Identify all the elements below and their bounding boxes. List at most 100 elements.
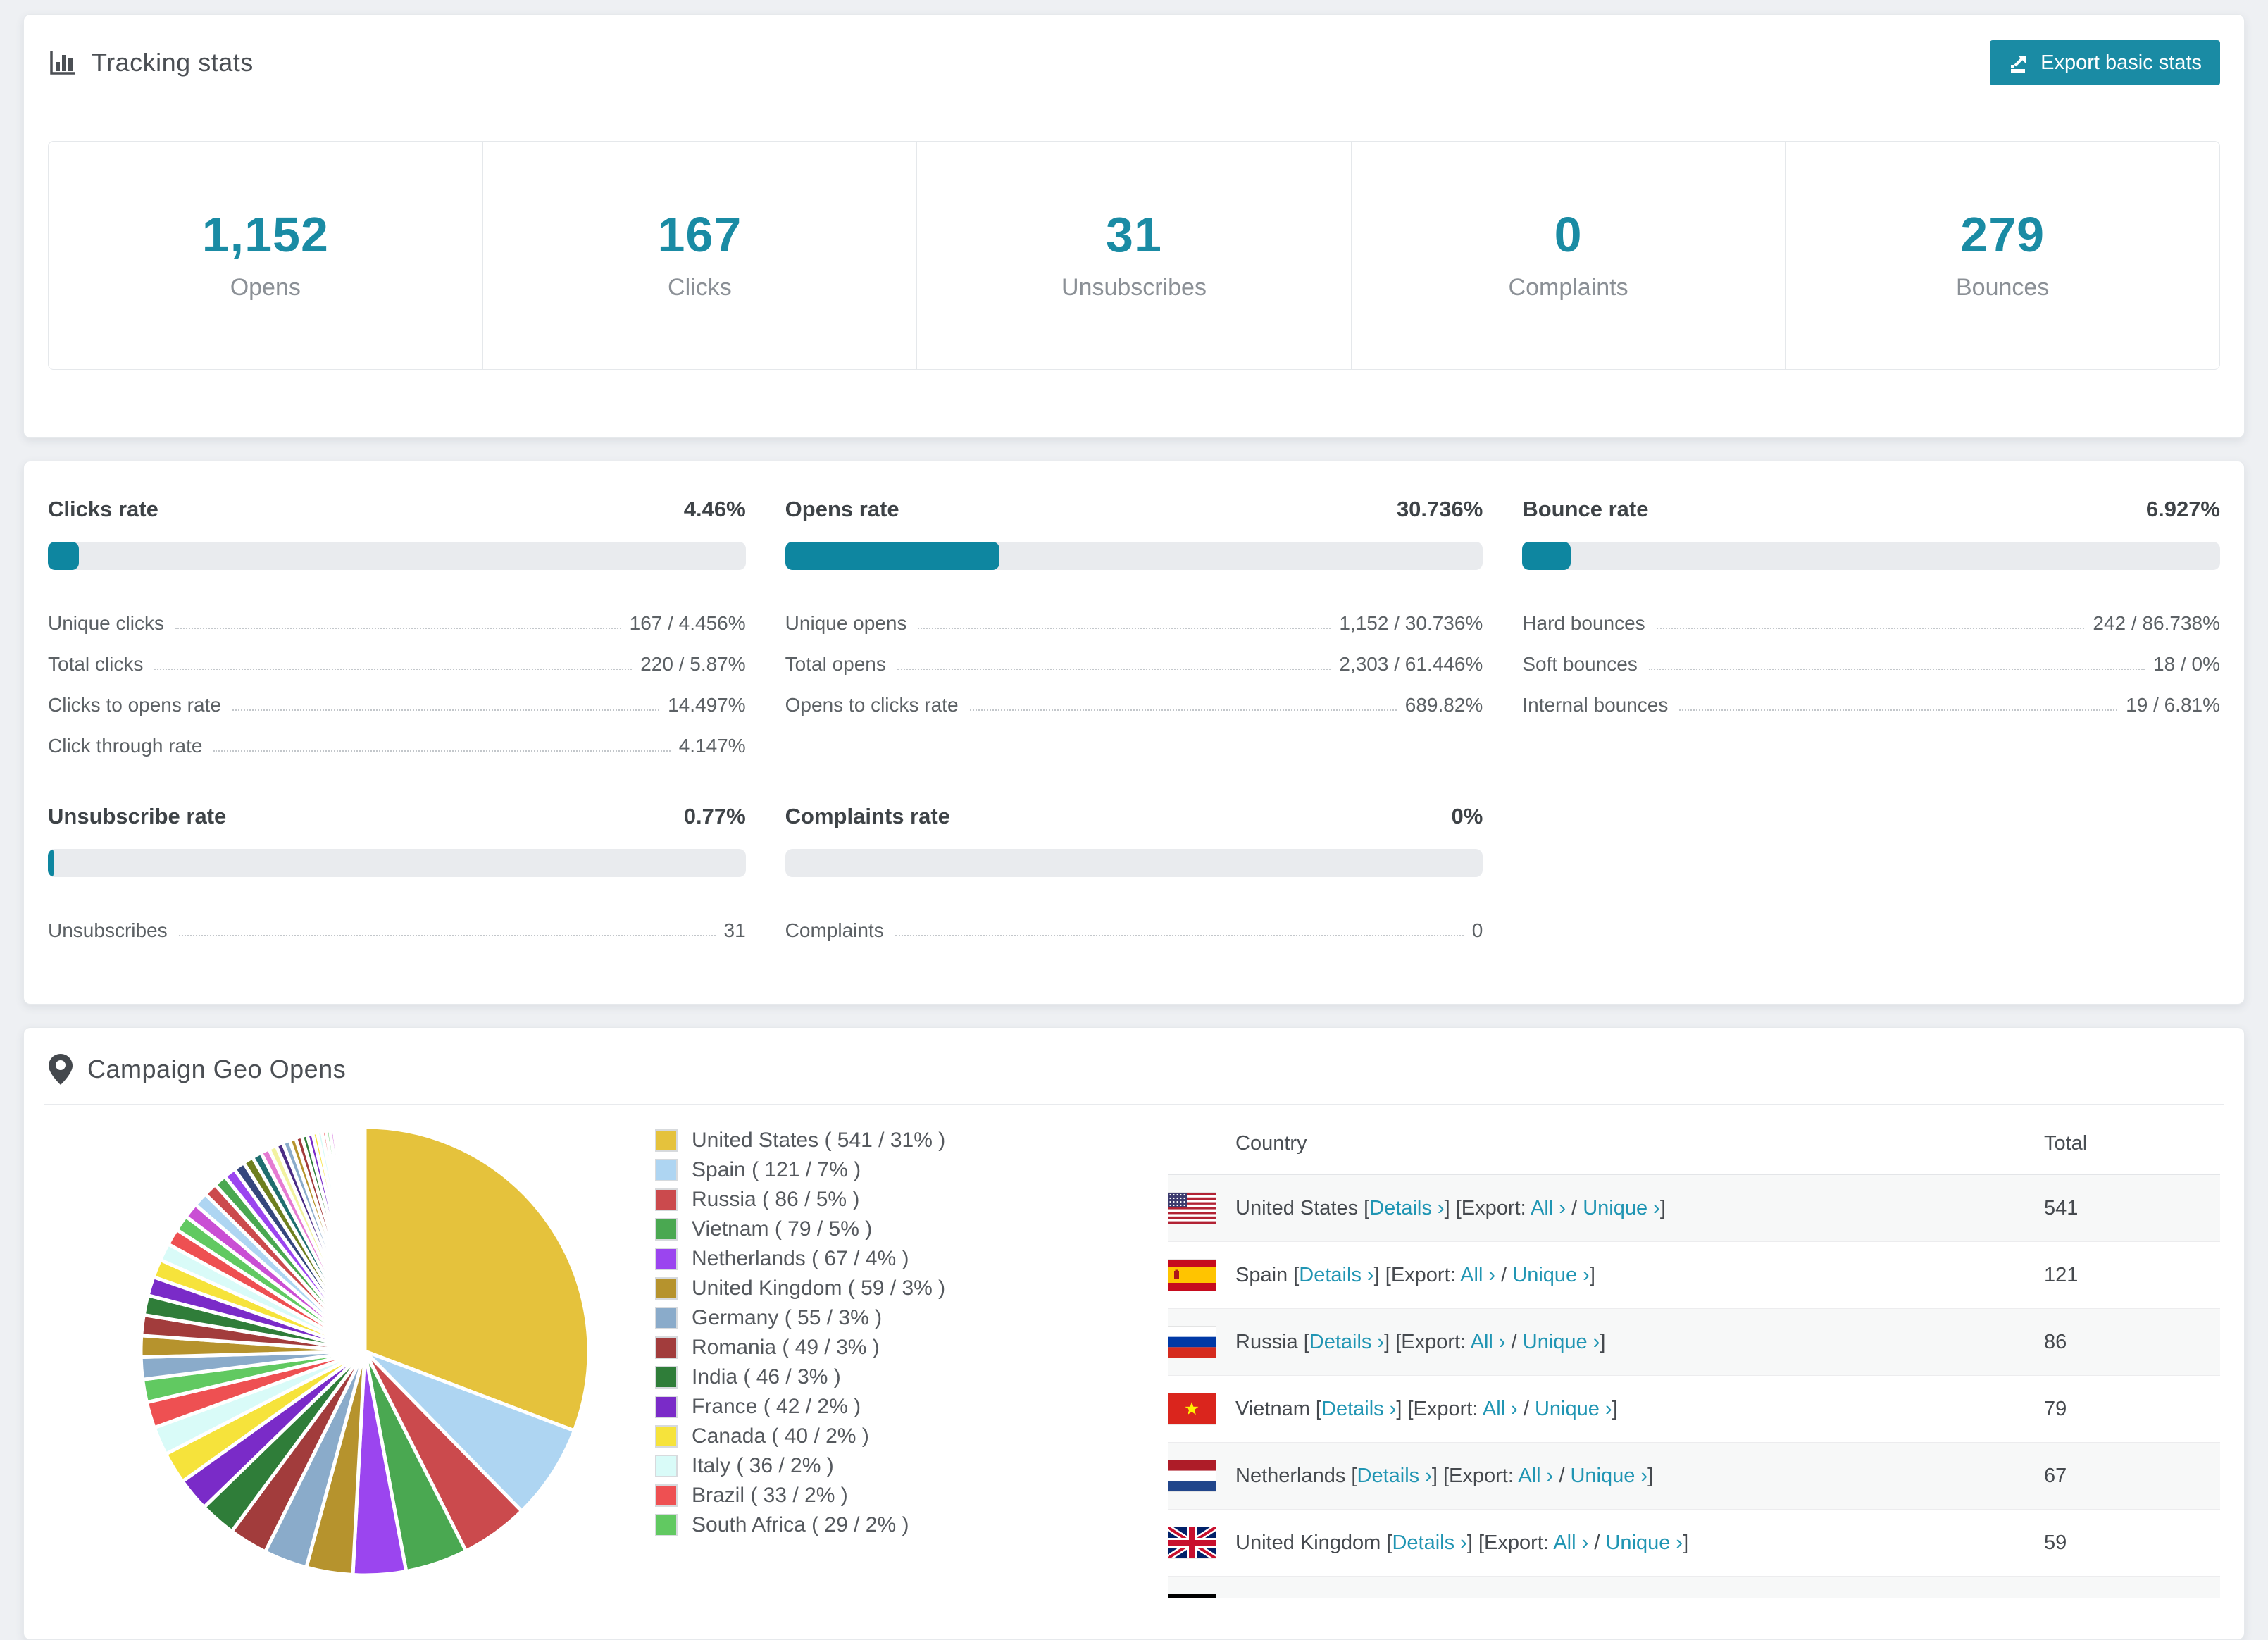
bracket: ]: [1612, 1397, 1618, 1420]
country-cell-russia: Russia [Details ›] [Export: All › / Uniq…: [1235, 1331, 2044, 1354]
dotted-leader: [895, 935, 1464, 936]
column-header-total: Total: [2044, 1131, 2088, 1155]
pie-slice-other-50[interactable]: [362, 1125, 367, 1352]
details-link-spain[interactable]: Details ›: [1299, 1264, 1373, 1286]
legend-item-india[interactable]: India ( 46 / 3% ): [655, 1362, 945, 1392]
legend-item-romania[interactable]: Romania ( 49 / 3% ): [655, 1333, 945, 1362]
details-link-netherlands[interactable]: Details ›: [1357, 1465, 1432, 1487]
details-link-germany[interactable]: Details ›: [1331, 1598, 1405, 1599]
slash-segment: /: [1505, 1330, 1523, 1353]
geo-table-row-united-states: United States [Details ›] [Export: All ›…: [1168, 1175, 2220, 1242]
export-all-link-germany[interactable]: All ›: [1492, 1598, 1527, 1599]
export-unique-link-netherlands[interactable]: Unique ›: [1570, 1465, 1647, 1487]
rate-row-value: 2,303 / 61.446%: [1339, 653, 1483, 675]
legend-item-brazil[interactable]: Brazil ( 33 / 2% ): [655, 1481, 945, 1510]
stat-label-unsubscribes: Unsubscribes: [1061, 274, 1207, 301]
legend-label-italy: Italy ( 36 / 2% ): [692, 1454, 834, 1477]
export-all-link-vietnam[interactable]: All ›: [1483, 1398, 1518, 1420]
legend-item-south-africa[interactable]: South Africa ( 29 / 2% ): [655, 1510, 945, 1540]
rate-row-value: 4.147%: [678, 735, 746, 757]
stat-label-complaints: Complaints: [1508, 274, 1628, 301]
progress-bar-unsubscribe-rate: [48, 849, 746, 877]
rate-row-label: Total clicks: [48, 653, 144, 675]
rate-row-complaints: Complaints 0: [785, 901, 1483, 942]
legend-item-united-kingdom[interactable]: United Kingdom ( 59 / 3% ): [655, 1274, 945, 1303]
legend-swatch-south-africa: [655, 1514, 678, 1536]
flag-icon-vn: [1168, 1393, 1216, 1425]
export-unique-link-united-kingdom[interactable]: Unique ›: [1605, 1532, 1683, 1554]
legend-item-france[interactable]: France ( 42 / 2% ): [655, 1392, 945, 1422]
dotted-leader: [897, 669, 1331, 670]
rate-row-value: 242 / 86.738%: [2093, 612, 2220, 634]
legend-item-russia[interactable]: Russia ( 86 / 5% ): [655, 1185, 945, 1215]
export-segment: ] [Export:: [1396, 1397, 1483, 1420]
legend-swatch-italy: [655, 1455, 678, 1477]
rate-row-value: 31: [723, 919, 746, 941]
dotted-leader: [178, 935, 716, 936]
rate-rows: Unique opens 1,152 / 30.736% Total opens 2,…: [785, 594, 1483, 716]
legend-label-brazil: Brazil ( 33 / 2% ): [692, 1484, 848, 1507]
details-link-united-states[interactable]: Details ›: [1369, 1197, 1444, 1219]
legend-item-canada[interactable]: Canada ( 40 / 2% ): [655, 1422, 945, 1451]
export-all-link-spain[interactable]: All ›: [1460, 1264, 1495, 1286]
geo-chart-pane: United States ( 541 / 31% ) Spain ( 121 /…: [48, 1112, 1168, 1613]
export-unique-link-russia[interactable]: Unique ›: [1523, 1331, 1600, 1353]
geo-content: United States ( 541 / 31% ) Spain ( 121 /…: [24, 1105, 2244, 1613]
slash-segment: /: [1553, 1464, 1571, 1487]
details-link-vietnam[interactable]: Details ›: [1321, 1398, 1396, 1420]
stat-value-complaints: 0: [1554, 207, 1583, 262]
export-all-link-united-states[interactable]: All ›: [1531, 1197, 1566, 1219]
dotted-leader: [918, 628, 1331, 629]
export-unique-link-spain[interactable]: Unique ›: [1512, 1264, 1590, 1286]
rate-row-internal-bounces: Internal bounces 19 / 6.81%: [1522, 676, 2220, 716]
dashboard-page: Tracking stats Export basic stats 1,152 O…: [0, 0, 2268, 1640]
progress-bar-opens-rate: [785, 542, 1483, 570]
details-link-russia[interactable]: Details ›: [1309, 1331, 1384, 1353]
country-name: Germany: [1235, 1598, 1319, 1599]
export-segment: ] [Export:: [1466, 1531, 1554, 1554]
pie-legend: United States ( 541 / 31% ) Spain ( 121 /…: [655, 1126, 945, 1540]
stat-boxes: 1,152 Opens 167 Clicks 31 Unsubscribes 0 Compla…: [48, 141, 2220, 370]
export-unique-link-vietnam[interactable]: Unique ›: [1535, 1398, 1612, 1420]
export-basic-stats-button[interactable]: Export basic stats: [1990, 40, 2220, 85]
export-segment: ] [Export:: [1384, 1330, 1471, 1353]
rate-row-unique-clicks: Unique clicks 167 / 4.456%: [48, 594, 746, 635]
total-cell-germany: 55: [2044, 1598, 2220, 1599]
rate-block-header: Bounce rate 6.927%: [1522, 497, 2220, 522]
export-segment: ] [Export:: [1406, 1598, 1493, 1599]
legend-item-vietnam[interactable]: Vietnam ( 79 / 5% ): [655, 1215, 945, 1244]
bracket: [: [1345, 1464, 1357, 1487]
rate-title-clicks-rate: Clicks rate: [48, 497, 158, 521]
details-link-united-kingdom[interactable]: Details ›: [1392, 1532, 1466, 1554]
legend-swatch-united-states: [655, 1129, 678, 1152]
legend-swatch-france: [655, 1396, 678, 1418]
rate-row-clicks-to-opens-rate: Clicks to opens rate 14.497%: [48, 676, 746, 716]
geo-table-header: Country Total: [1168, 1112, 2220, 1175]
legend-item-germany[interactable]: Germany ( 55 / 3% ): [655, 1303, 945, 1333]
slash-segment: /: [1566, 1196, 1583, 1219]
legend-item-italy[interactable]: Italy ( 36 / 2% ): [655, 1451, 945, 1481]
column-header-country: Country: [1235, 1131, 1307, 1155]
legend-swatch-india: [655, 1366, 678, 1389]
legend-item-spain[interactable]: Spain ( 121 / 7% ): [655, 1155, 945, 1185]
export-unique-link-germany[interactable]: Unique ›: [1544, 1598, 1621, 1599]
rate-row-total-clicks: Total clicks 220 / 5.87%: [48, 635, 746, 676]
legend-item-united-states[interactable]: United States ( 541 / 31% ): [655, 1126, 945, 1155]
export-unique-link-united-states[interactable]: Unique ›: [1583, 1197, 1660, 1219]
geo-table-clip: Country Total United States [Details ›] …: [1168, 1112, 2220, 1598]
bracket: [: [1309, 1397, 1321, 1420]
rate-block-header: Opens rate 30.736%: [785, 497, 1483, 522]
stat-label-opens: Opens: [230, 274, 301, 301]
rate-row-label: Unsubscribes: [48, 919, 168, 941]
slash-segment: /: [1495, 1263, 1513, 1286]
rate-block-header: Complaints rate 0%: [785, 804, 1483, 829]
export-all-link-russia[interactable]: All ›: [1471, 1331, 1506, 1353]
country-name: United Kingdom: [1235, 1531, 1381, 1554]
export-all-link-netherlands[interactable]: All ›: [1518, 1465, 1553, 1487]
slash-segment: /: [1527, 1598, 1544, 1599]
country-cell-spain: Spain [Details ›] [Export: All › / Uniqu…: [1235, 1264, 2044, 1287]
legend-item-netherlands[interactable]: Netherlands ( 67 / 4% ): [655, 1244, 945, 1274]
rate-row-label: Clicks to opens rate: [48, 694, 221, 716]
total-cell-vietnam: 79: [2044, 1397, 2067, 1420]
export-all-link-united-kingdom[interactable]: All ›: [1553, 1532, 1588, 1554]
